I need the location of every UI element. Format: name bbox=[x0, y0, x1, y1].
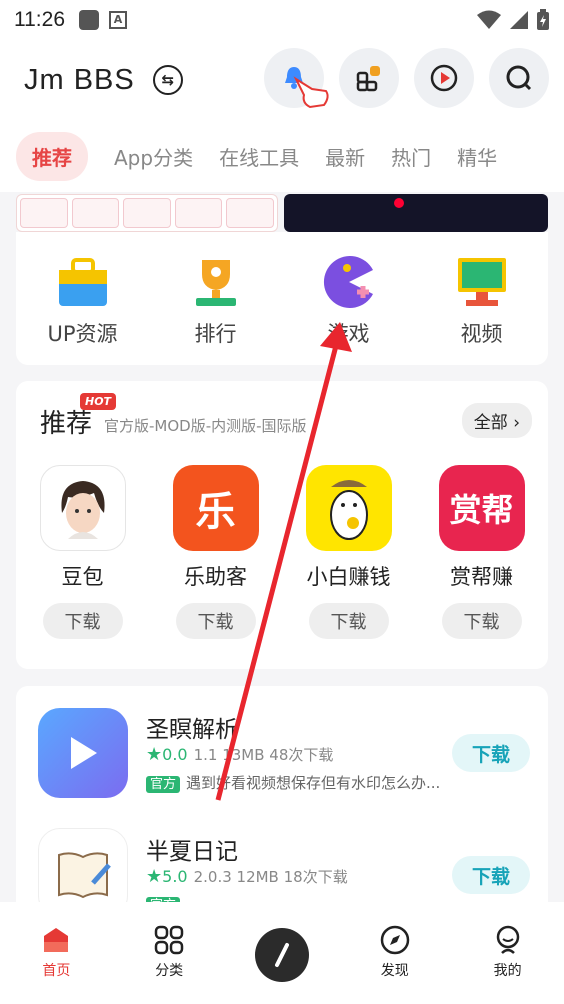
trophy-icon bbox=[195, 260, 236, 306]
app-name: 小白赚钱 bbox=[306, 565, 391, 589]
pacman-icon bbox=[323, 256, 373, 308]
download-button[interactable]: 下载 bbox=[452, 734, 530, 772]
compass-icon bbox=[380, 925, 410, 955]
grid-apps-icon bbox=[356, 66, 380, 92]
app-icon-shangbangzhuan: 赏帮 bbox=[438, 465, 525, 551]
app-name: 豆包 bbox=[61, 565, 104, 589]
video-button[interactable] bbox=[414, 48, 474, 108]
play-icon bbox=[430, 64, 458, 92]
play-icon bbox=[71, 737, 97, 769]
notification-square-icon bbox=[79, 10, 99, 30]
status-bar: 11:26 A bbox=[0, 0, 564, 40]
app-name: 半夏日记 bbox=[146, 839, 238, 865]
app-card[interactable]: 乐 乐助客 下载 bbox=[149, 465, 282, 639]
view-all-button[interactable]: 全部 › bbox=[461, 403, 532, 438]
download-button[interactable]: 下载 bbox=[308, 603, 389, 639]
app-title: Jm BBS bbox=[24, 63, 135, 96]
switch-icon[interactable]: ⇆ bbox=[152, 65, 183, 95]
download-button[interactable]: 下载 bbox=[175, 603, 256, 639]
download-button[interactable]: 下载 bbox=[452, 856, 530, 894]
official-badge: 官方 bbox=[146, 776, 181, 793]
tab-label: 首页 bbox=[42, 963, 71, 979]
apps-button[interactable] bbox=[339, 48, 399, 108]
tab-latest[interactable]: 最新 bbox=[325, 142, 365, 171]
wifi-icon bbox=[477, 10, 501, 29]
download-button[interactable]: 下载 bbox=[42, 603, 123, 639]
search-icon bbox=[506, 65, 532, 91]
app-icon-shengming bbox=[38, 708, 128, 798]
banner-right[interactable] bbox=[284, 194, 548, 232]
toolbox-icon bbox=[58, 258, 107, 306]
pen-icon bbox=[274, 943, 289, 967]
category-games[interactable]: 游戏 bbox=[282, 232, 415, 365]
download-button[interactable]: 下载 bbox=[441, 603, 522, 639]
tab-online-tools[interactable]: 在线工具 bbox=[219, 142, 299, 171]
category-tabs: 推荐 App分类 在线工具 最新 热门 精华 bbox=[0, 120, 564, 192]
monitor-icon bbox=[457, 258, 506, 306]
category-label: 排行 bbox=[194, 322, 237, 346]
app-card[interactable]: 小白赚钱 下载 bbox=[282, 465, 415, 639]
tab-featured[interactable]: 精华 bbox=[457, 142, 497, 171]
section-subtitle: 官方版-MOD版-内测版-国际版 bbox=[104, 417, 307, 435]
notification-a-icon: A bbox=[109, 11, 127, 29]
app-name: 赏帮赚 bbox=[450, 565, 513, 589]
notebook-icon bbox=[58, 852, 111, 899]
search-button[interactable] bbox=[489, 48, 549, 108]
tab-label: 分类 bbox=[155, 963, 184, 979]
app-desc: 官方 遇到好看视频想保存但有水印怎么办... bbox=[146, 772, 440, 793]
app-icon-doubao bbox=[39, 465, 126, 551]
battery-icon bbox=[537, 9, 549, 30]
pointer-hand-icon bbox=[293, 76, 329, 109]
status-time: 11:26 bbox=[14, 8, 65, 31]
category-label: 视频 bbox=[460, 322, 503, 346]
signal-icon bbox=[510, 11, 528, 29]
app-card[interactable]: 豆包 下载 bbox=[16, 465, 149, 639]
tab-profile[interactable]: 我的 bbox=[468, 924, 548, 980]
status-right bbox=[476, 9, 550, 31]
app-name: 乐助客 bbox=[184, 565, 247, 589]
app-meta: ★0.0 1.1 13MB 48次下载 bbox=[146, 744, 334, 765]
banner-left[interactable] bbox=[16, 194, 278, 232]
banner-carousel[interactable] bbox=[16, 194, 548, 232]
app-icon-xiaobai bbox=[305, 465, 392, 551]
tab-label: 发现 bbox=[380, 963, 409, 979]
profile-icon bbox=[496, 925, 519, 954]
app-list: 圣瞑解析 ★0.0 1.1 13MB 48次下载 官方 遇到好看视频想保存但有水印怎… bbox=[16, 686, 548, 916]
app-header: Jm BBS ⇆ bbox=[0, 40, 564, 120]
list-item[interactable]: 圣瞑解析 ★0.0 1.1 13MB 48次下载 官方 遇到好看视频想保存但有水印怎… bbox=[16, 704, 548, 814]
category-label: 游戏 bbox=[327, 322, 370, 346]
recommend-apps: 豆包 下载 乐 乐助客 下载 小白赚钱 下载 赏帮 赏帮赚 下载 bbox=[16, 465, 548, 639]
app-icon-lezhuke: 乐 bbox=[172, 465, 259, 551]
tab-hot[interactable]: 热门 bbox=[391, 142, 431, 171]
tab-recommend[interactable]: 推荐 bbox=[16, 131, 88, 181]
category-video[interactable]: 视频 bbox=[415, 232, 548, 365]
category-label: UP资源 bbox=[47, 322, 118, 346]
app-meta: ★5.0 2.0.3 12MB 18次下载 bbox=[146, 866, 348, 887]
hot-badge: HOT bbox=[80, 393, 117, 410]
app-name: 圣瞑解析 bbox=[146, 717, 238, 743]
tab-post[interactable] bbox=[242, 924, 322, 982]
category-ranking[interactable]: 排行 bbox=[149, 232, 282, 365]
bottom-tab-bar: 首页 分类 发现 我的 bbox=[0, 902, 564, 1004]
category-shortcuts: UP资源 排行 游戏 视频 bbox=[16, 232, 548, 365]
tab-discover[interactable]: 发现 bbox=[355, 924, 435, 980]
recommend-section: 推荐 HOT 官方版-MOD版-内测版-国际版 全部 › 豆包 下载 乐 乐助客… bbox=[16, 381, 548, 669]
app-card[interactable]: 赏帮 赏帮赚 下载 bbox=[415, 465, 548, 639]
tab-home[interactable]: 首页 bbox=[16, 924, 96, 980]
grid-icon bbox=[154, 925, 184, 955]
tab-app-category[interactable]: App分类 bbox=[114, 142, 193, 171]
compose-button[interactable] bbox=[254, 928, 309, 982]
home-icon bbox=[44, 928, 69, 952]
tab-category[interactable]: 分类 bbox=[129, 924, 209, 980]
category-up-resources[interactable]: UP资源 bbox=[16, 232, 149, 365]
tab-label: 我的 bbox=[493, 963, 522, 979]
